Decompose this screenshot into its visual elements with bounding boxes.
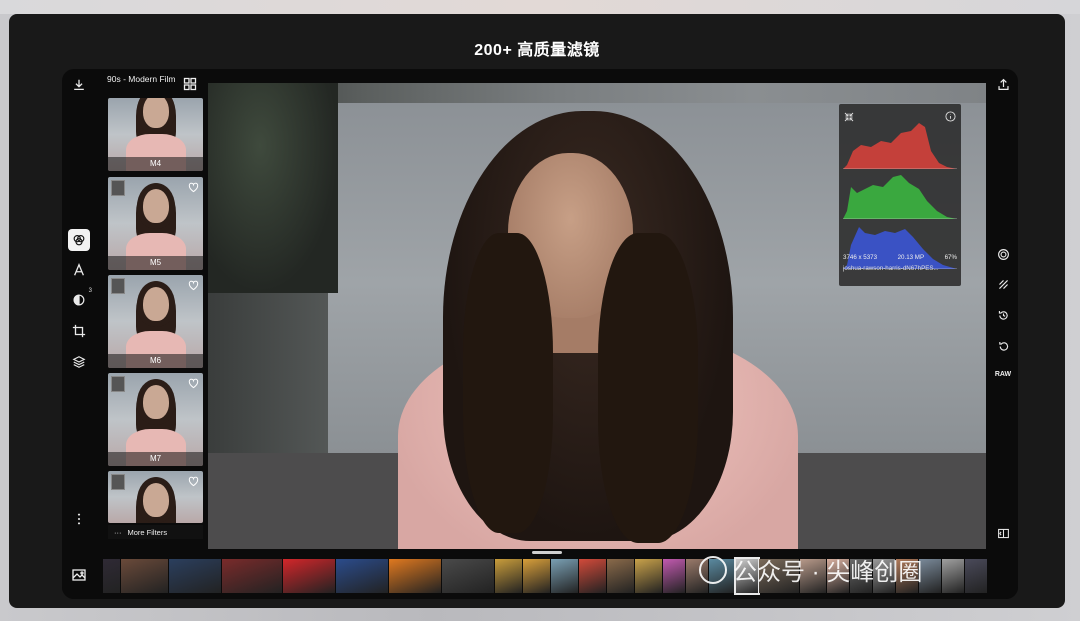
histogram-panel: 3746 x 5373 20.13 MP 67% joshua-rawson-h… bbox=[839, 104, 961, 286]
info-icon[interactable] bbox=[945, 109, 956, 122]
filmstrip-thumb[interactable] bbox=[121, 559, 168, 593]
filter-label: M6 bbox=[108, 354, 203, 368]
filter-label: M7 bbox=[108, 452, 203, 466]
promo-headline: 200+ 高质量滤镜 bbox=[474, 42, 600, 59]
filter-label: M5 bbox=[108, 256, 203, 270]
filmstrip-thumb[interactable] bbox=[283, 559, 335, 593]
crop-icon[interactable] bbox=[70, 322, 88, 340]
filter-thumb-m7[interactable]: M7 bbox=[108, 373, 203, 466]
image-megapixels: 20.13 MP bbox=[897, 254, 925, 261]
gallery-icon[interactable] bbox=[71, 567, 87, 583]
filmstrip-thumb[interactable] bbox=[222, 559, 282, 593]
split-view-icon[interactable] bbox=[995, 525, 1011, 541]
photo-hair-right bbox=[598, 233, 698, 543]
adjust-icon[interactable]: 3 bbox=[70, 288, 92, 309]
histogram-blue bbox=[843, 227, 957, 269]
filmstrip-thumb[interactable] bbox=[579, 559, 606, 593]
compare-icon[interactable] bbox=[995, 276, 1011, 292]
histogram-blue-area bbox=[843, 227, 957, 269]
filmstrip-thumb[interactable] bbox=[169, 559, 221, 593]
photo-tree bbox=[208, 83, 338, 293]
more-filters-button[interactable]: ··· More Filters bbox=[108, 525, 203, 539]
filter-thumb-m5[interactable]: M5 bbox=[108, 177, 203, 270]
favorite-heart-icon[interactable] bbox=[188, 474, 199, 487]
image-metadata: 3746 x 5373 20.13 MP 67% bbox=[843, 254, 957, 261]
favorite-heart-icon[interactable] bbox=[188, 180, 199, 193]
filter-thumb-m8[interactable] bbox=[108, 471, 203, 523]
more-options-icon[interactable] bbox=[70, 510, 88, 528]
filter-thumb-m4[interactable]: M4 bbox=[108, 98, 203, 171]
export-icon[interactable] bbox=[995, 76, 1011, 92]
history-icon[interactable] bbox=[995, 307, 1011, 323]
adjust-badge: 3 bbox=[88, 288, 92, 294]
image-dimensions: 3746 x 5373 bbox=[843, 254, 878, 261]
layers-icon[interactable] bbox=[70, 353, 88, 371]
original-preview-icon bbox=[111, 278, 125, 294]
promo-frame: 200+ 高质量滤镜 3 90s - Modern Film M4 M5 M6 … bbox=[9, 14, 1065, 608]
filter-panel: 90s - Modern Film M4 M5 M6 M7 ··· More F… bbox=[98, 69, 203, 539]
filmstrip-thumb[interactable] bbox=[942, 559, 964, 593]
app-window: 3 90s - Modern Film M4 M5 M6 M7 ··· More… bbox=[62, 69, 1018, 599]
favorite-heart-icon[interactable] bbox=[188, 278, 199, 291]
collapse-icon[interactable] bbox=[844, 109, 854, 122]
watermark: 公众号 · 尖峰创圈 bbox=[699, 552, 922, 587]
more-filters-label: More Filters bbox=[127, 527, 168, 537]
filmstrip-thumb[interactable] bbox=[663, 559, 685, 593]
home-indicator bbox=[532, 551, 562, 554]
filmstrip-thumb[interactable] bbox=[103, 559, 120, 593]
filter-label: M4 bbox=[108, 157, 203, 171]
watermark-text: 公众号 · 尖峰创圈 bbox=[733, 559, 923, 586]
ellipsis-icon: ··· bbox=[114, 527, 122, 537]
filmstrip-thumb[interactable] bbox=[551, 559, 578, 593]
download-icon[interactable] bbox=[70, 76, 88, 94]
right-tool-rail: RAW bbox=[988, 69, 1018, 539]
filmstrip-thumb[interactable] bbox=[336, 559, 388, 593]
photo-hair-left bbox=[463, 233, 553, 533]
filmstrip-thumb[interactable] bbox=[635, 559, 662, 593]
lens-icon[interactable] bbox=[995, 246, 1011, 262]
filmstrip-thumb[interactable] bbox=[523, 559, 550, 593]
histogram-red bbox=[843, 123, 957, 169]
favorite-heart-icon[interactable] bbox=[188, 376, 199, 389]
histogram-red-area bbox=[843, 123, 957, 169]
filmstrip-thumb[interactable] bbox=[442, 559, 494, 593]
original-preview-icon bbox=[111, 180, 125, 196]
filmstrip-thumb[interactable] bbox=[965, 559, 987, 593]
raw-toggle[interactable]: RAW bbox=[992, 371, 1014, 378]
original-preview-icon bbox=[111, 376, 125, 392]
left-tool-rail: 3 bbox=[62, 69, 96, 539]
filmstrip-thumb[interactable] bbox=[607, 559, 634, 593]
filters-icon[interactable] bbox=[68, 229, 90, 251]
wechat-logo-icon bbox=[699, 555, 727, 584]
histogram-green bbox=[843, 175, 957, 219]
filmstrip-thumb[interactable] bbox=[389, 559, 441, 593]
image-filename: joshua-rawson-harris-dN67hPES... bbox=[843, 265, 939, 272]
histogram-green-area bbox=[843, 175, 957, 219]
text-icon[interactable] bbox=[70, 261, 88, 279]
background-top-strip bbox=[0, 0, 1080, 14]
filter-collection-title: 90s - Modern Film bbox=[107, 74, 176, 84]
zoom-level: 67% bbox=[944, 254, 957, 261]
grid-view-icon[interactable] bbox=[183, 77, 197, 91]
filmstrip-thumb[interactable] bbox=[495, 559, 522, 593]
undo-icon[interactable] bbox=[995, 338, 1011, 354]
original-preview-icon bbox=[111, 474, 125, 490]
filter-thumb-m6[interactable]: M6 bbox=[108, 275, 203, 368]
